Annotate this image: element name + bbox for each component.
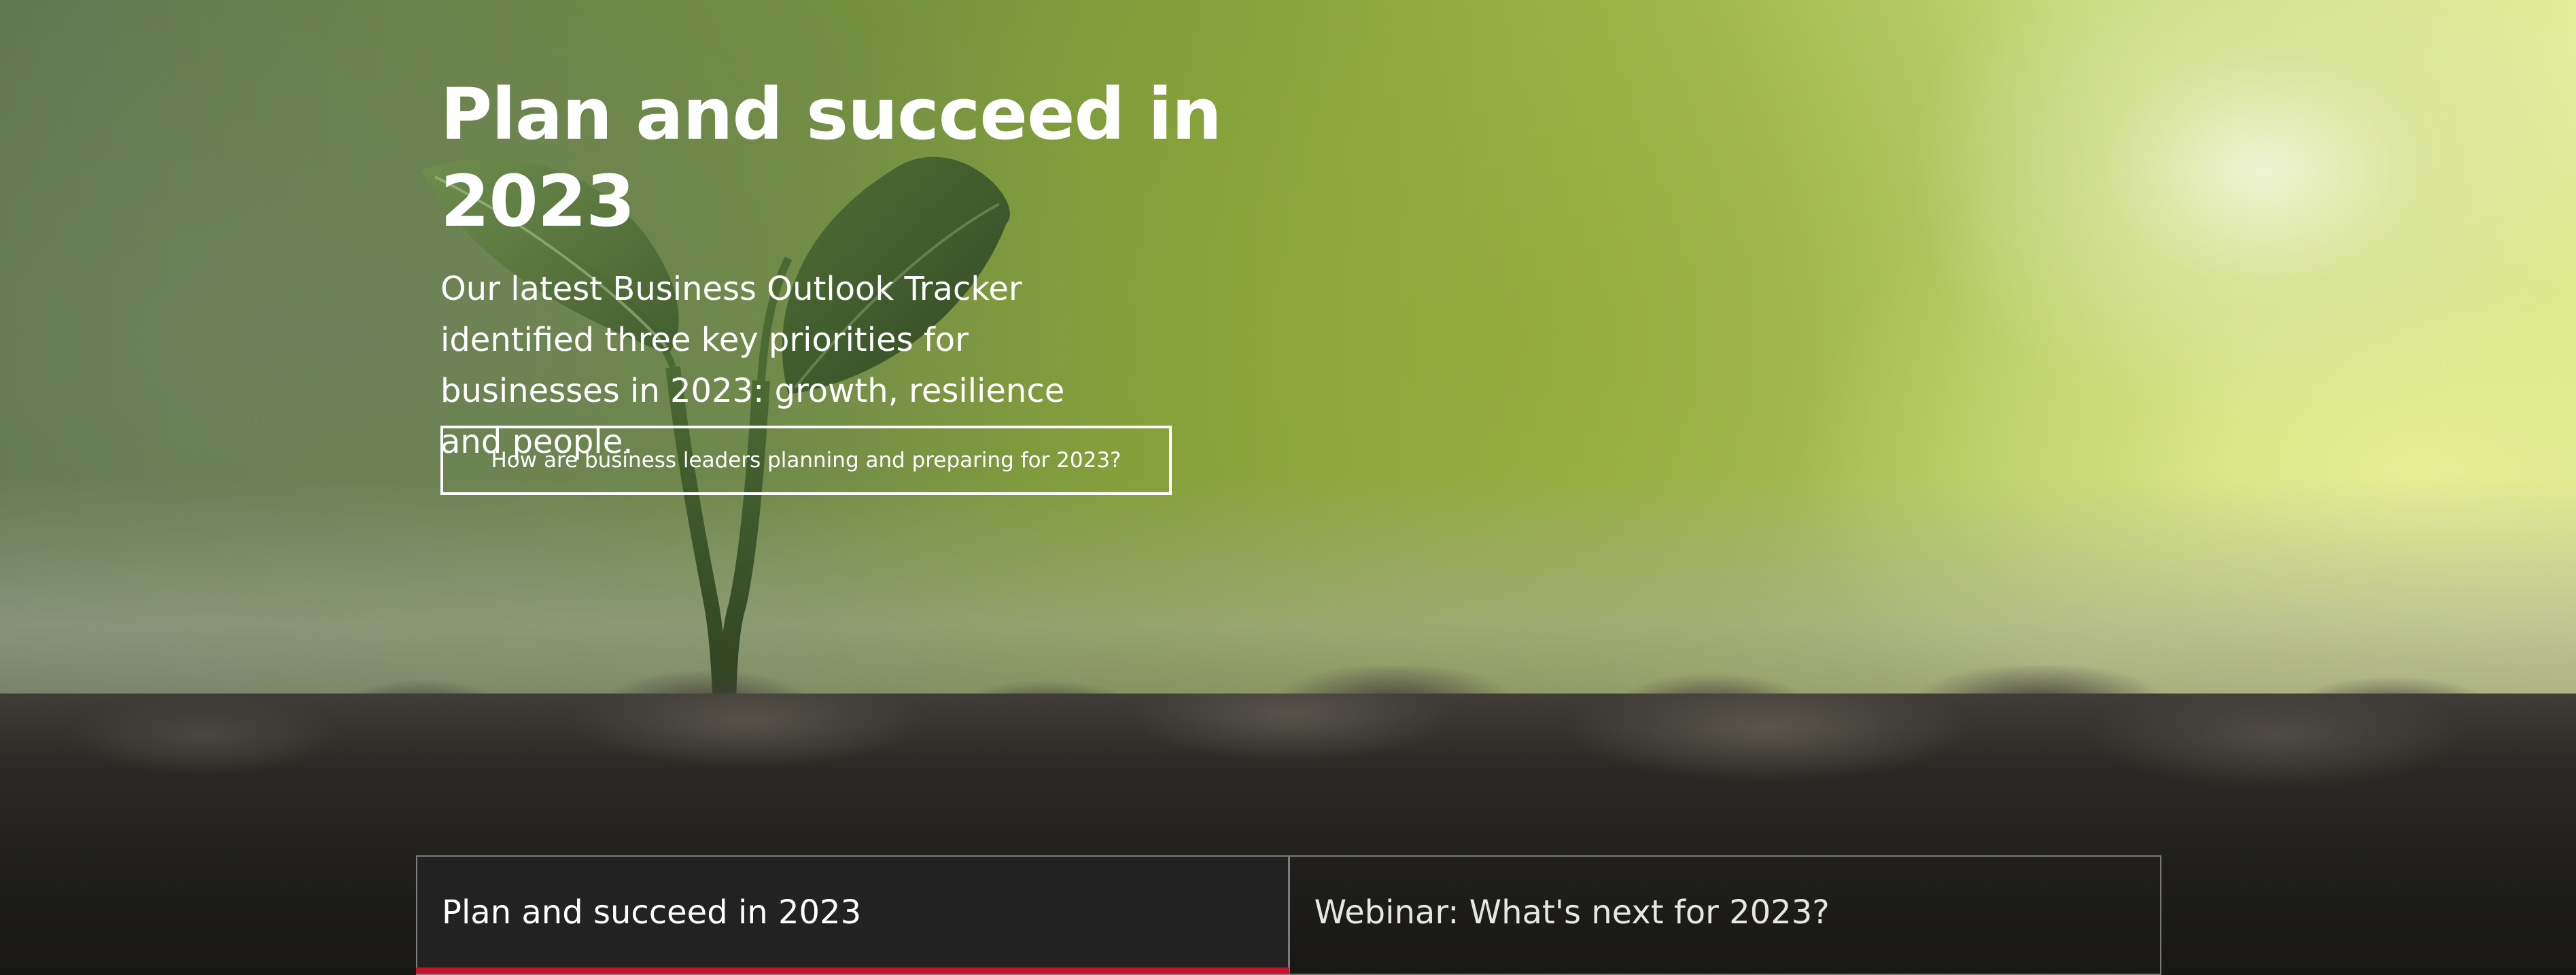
tab-label: Plan and succeed in 2023: [442, 893, 862, 931]
hero-title: Plan and succeed in 2023: [440, 73, 1222, 243]
hero-banner: Plan and succeed in 2023 Our latest Busi…: [0, 0, 2576, 975]
tab-webinar[interactable]: Webinar: What's next for 2023?: [1289, 855, 2161, 975]
planning-cta-button[interactable]: How are business leaders planning and pr…: [440, 426, 1172, 495]
hero-content: Plan and succeed in 2023 Our latest Busi…: [440, 71, 1392, 468]
tab-plan-and-succeed[interactable]: Plan and succeed in 2023: [416, 855, 1289, 975]
tab-label: Webinar: What's next for 2023?: [1314, 893, 1830, 931]
content-tabs: Plan and succeed in 2023 Webinar: What's…: [416, 855, 2161, 975]
